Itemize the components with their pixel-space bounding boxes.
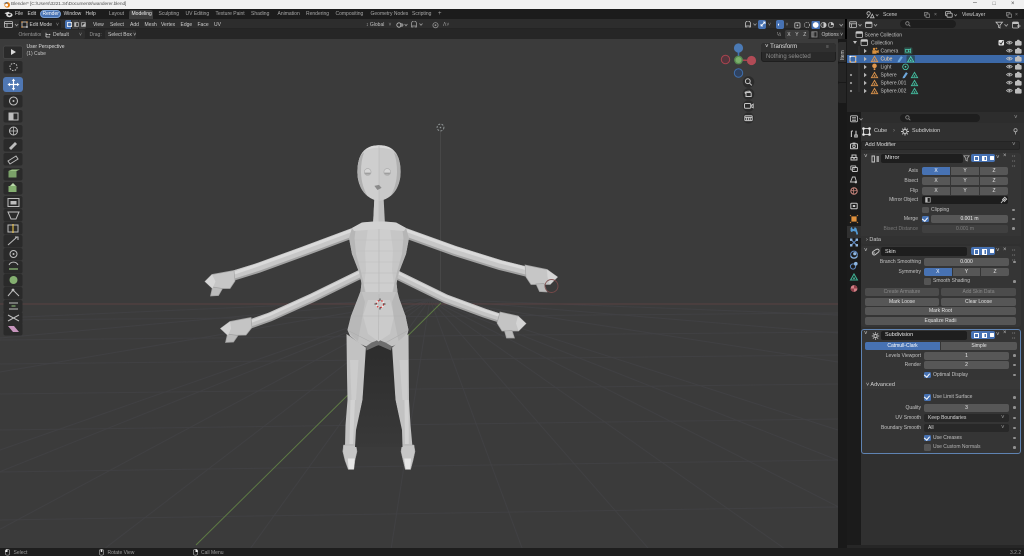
svg-text:Camera: Camera xyxy=(881,49,899,55)
svg-text:Sphere.002: Sphere.002 xyxy=(881,89,907,95)
svg-text:Scene Collection: Scene Collection xyxy=(865,33,903,39)
svg-text:Collection: Collection xyxy=(871,41,893,47)
svg-text:Sphere: Sphere xyxy=(881,73,897,79)
svg-text:Sphere.001: Sphere.001 xyxy=(881,81,907,87)
svg-text:Light: Light xyxy=(881,65,892,71)
svg-text:Cube: Cube xyxy=(881,57,893,63)
